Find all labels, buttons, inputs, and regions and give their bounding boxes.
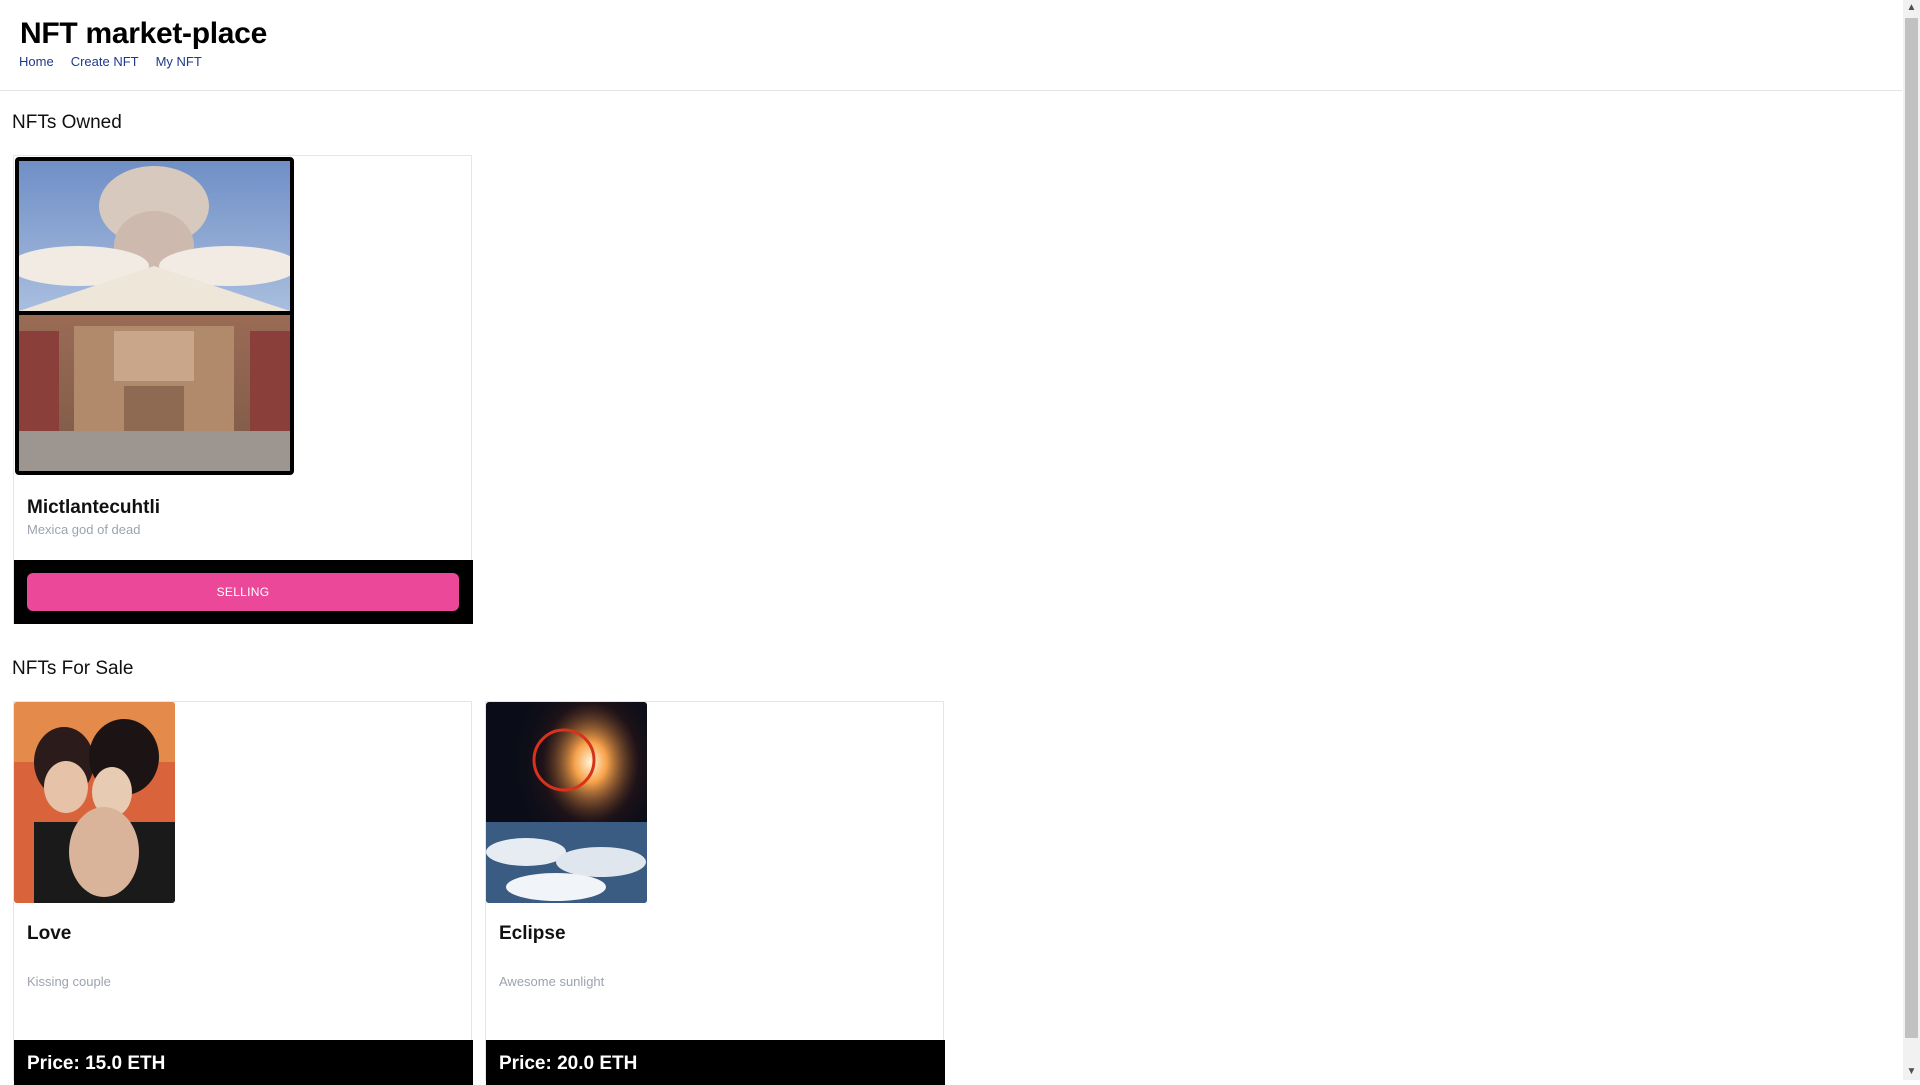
nft-image-eclipse — [486, 702, 647, 903]
nft-image-mictlantecuhtli — [15, 157, 294, 475]
owned-section-title: NFTs Owned — [12, 112, 122, 133]
nft-price: Price: 20.0 ETH — [499, 1053, 638, 1074]
nav-link-create-nft[interactable]: Create NFT — [71, 54, 139, 69]
nft-price: Price: 15.0 ETH — [27, 1053, 166, 1074]
main-nav: Home Create NFT My NFT — [19, 54, 202, 69]
card-footer: SELLING — [14, 560, 473, 624]
nft-description: Awesome sunlight — [499, 974, 605, 989]
nft-card-owned: Mictlantecuhtli Mexica god of dead SELLI… — [13, 155, 473, 624]
selling-button[interactable]: SELLING — [27, 573, 459, 611]
nft-name: Love — [27, 923, 72, 944]
nft-description: Mexica god of dead — [27, 522, 141, 537]
card-footer: Price: 20.0 ETH — [486, 1040, 945, 1085]
nft-name: Eclipse — [499, 923, 566, 944]
for-sale-section-title: NFTs For Sale — [12, 658, 134, 679]
nft-image-love — [14, 702, 175, 903]
site-header: NFT market-place Home Create NFT My NFT — [0, 0, 1902, 91]
chevron-up-icon[interactable]: ▲ — [1903, 0, 1920, 16]
scrollbar-thumb[interactable] — [1905, 18, 1918, 1038]
nft-card-eclipse[interactable]: Eclipse Awesome sunlight Price: 20.0 ETH — [485, 701, 945, 1085]
nav-link-home[interactable]: Home — [19, 54, 54, 69]
nav-link-my-nft[interactable]: My NFT — [156, 54, 202, 69]
nft-name: Mictlantecuhtli — [27, 497, 161, 518]
chevron-down-icon[interactable]: ▼ — [1903, 1064, 1920, 1080]
vertical-scrollbar[interactable]: ▲ ▼ — [1903, 0, 1920, 1080]
card-footer: Price: 15.0 ETH — [14, 1040, 473, 1085]
nft-description: Kissing couple — [27, 974, 111, 989]
nft-card-love[interactable]: Love Kissing couple Price: 15.0 ETH — [13, 701, 473, 1085]
site-title: NFT market-place — [20, 17, 267, 50]
